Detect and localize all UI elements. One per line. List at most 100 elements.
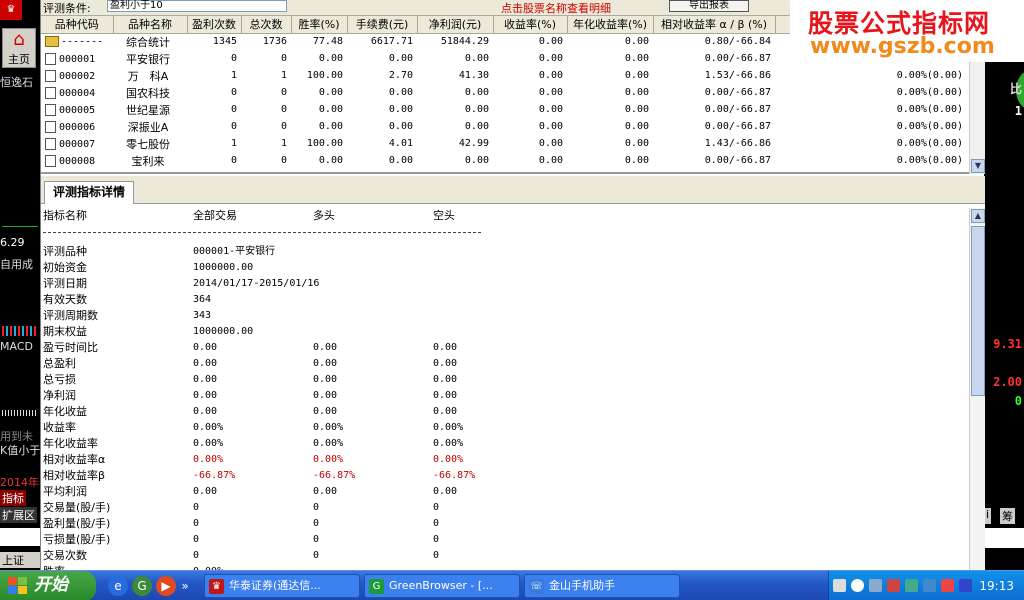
metric-name: 交易量(股/手): [43, 501, 111, 514]
scroll-thumb[interactable]: [971, 226, 985, 396]
scroll-up-icon[interactable]: ▲: [971, 209, 985, 223]
stock-code-cell[interactable]: 000007: [41, 135, 113, 152]
windows-logo-icon: [8, 577, 28, 595]
table-row[interactable]: 000006 深振业A 0 0 0.00 0.00 0.00 0.00 0.00 0.00/-66…: [41, 118, 967, 135]
table-cell-fee: 4.01: [388, 138, 413, 149]
table-row[interactable]: 000005 世纪星源 0 0 0.00 0.00 0.00 0.00 0.00 0.00/-66…: [41, 101, 967, 118]
task-huatai[interactable]: ♛ 华泰证券(通达信...: [204, 574, 360, 598]
column-header[interactable]: 手续费(元): [347, 16, 418, 34]
antivirus-icon[interactable]: [941, 579, 954, 592]
stock-name-cell[interactable]: 宝利来: [113, 152, 187, 169]
right-tab-2[interactable]: 筹: [1000, 508, 1015, 524]
metric-name: 盈亏时间比: [43, 341, 98, 354]
stock-name-cell[interactable]: 深振业A: [113, 118, 187, 135]
network-icon[interactable]: [869, 579, 882, 592]
column-header[interactable]: 收益率(%): [493, 16, 568, 34]
start-button[interactable]: 开始: [0, 571, 96, 600]
column-header[interactable]: 相对收益率 α / β (%): [653, 16, 776, 34]
right-tab-1[interactable]: i: [984, 508, 992, 524]
table-cell-annual: 0.00: [624, 53, 649, 64]
left-input-bar[interactable]: [0, 528, 40, 546]
formula-label: 自用成: [0, 258, 33, 271]
condition-select[interactable]: 盈利小于10: [107, 0, 287, 12]
tray-expand-icon[interactable]: [851, 579, 864, 592]
metric-name: 年化收益率: [43, 437, 98, 450]
security-icon[interactable]: [887, 579, 900, 592]
column-header[interactable]: 品种名称: [113, 16, 188, 34]
metric-name: 盈利量(股/手): [43, 517, 111, 530]
tab-detail[interactable]: 评测指标详情: [44, 181, 135, 204]
stock-name-cell[interactable]: 平安银行: [113, 50, 187, 67]
column-header[interactable]: 盈利次数: [187, 16, 242, 34]
table-cell-yield: 0.00: [538, 36, 563, 48]
table-cell-annual: 0.00: [624, 70, 649, 81]
stock-name-cell[interactable]: 零七股份: [113, 135, 187, 152]
table-cell-yield: 0.00: [538, 87, 563, 98]
metric-name: 净利润: [43, 389, 76, 402]
stock-name-cell[interactable]: 国农科技: [113, 84, 187, 101]
extension-tab[interactable]: 扩展区: [0, 507, 37, 523]
table-cell-profit: 0.00: [464, 121, 489, 132]
metric-name: 相对收益率β: [43, 469, 106, 482]
quicklaunch-more-icon[interactable]: »: [178, 576, 192, 596]
stock-code-cell[interactable]: 000002: [41, 67, 113, 84]
column-header[interactable]: 胜率(%): [291, 16, 348, 34]
table-cell-yield: 0.00: [538, 70, 563, 81]
table-cell-wins: 1345: [212, 36, 237, 48]
table-cell-fee: 2.70: [388, 70, 413, 81]
metric-value-short: 0.00: [433, 374, 458, 385]
table-cell-wins: 1: [230, 70, 237, 81]
stock-name-cell[interactable]: 万 科A: [113, 67, 187, 84]
metric-value-long: 0.00%: [313, 422, 344, 433]
ie-icon[interactable]: e: [108, 576, 128, 596]
metric-value-all: 1000000.00: [193, 326, 254, 337]
column-header[interactable]: 年化收益率(%): [567, 16, 654, 34]
indicator-tab[interactable]: 指标: [0, 490, 26, 506]
shield-icon[interactable]: [905, 579, 918, 592]
stock-name-cell[interactable]: 综合统计: [113, 33, 187, 50]
top-right-char: 比: [1009, 82, 1022, 96]
quote-value-5: 0: [1014, 394, 1022, 408]
stock-code-cell[interactable]: -------: [41, 33, 113, 50]
detail-scrollbar[interactable]: ▲: [969, 208, 985, 570]
table-cell-wins: 0: [230, 53, 237, 64]
document-icon: [45, 137, 56, 150]
task-label: GreenBrowser - [...: [389, 579, 493, 592]
table-cell-total: 1: [280, 70, 287, 81]
export-report-button[interactable]: 导出报表: [669, 0, 749, 12]
keyboard-icon[interactable]: [833, 579, 846, 592]
stock-code-cell[interactable]: 000008: [41, 152, 113, 169]
table-row[interactable]: 000002 万 科A 1 1 100.00 2.70 41.30 0.00 0.00 1.53/…: [41, 67, 967, 84]
table-row[interactable]: 000008 宝利来 0 0 0.00 0.00 0.00 0.00 0.00 0.00/-66.…: [41, 152, 967, 169]
stock-code-cell[interactable]: 000004: [41, 84, 113, 101]
table-cell-fee: 0.00: [388, 155, 413, 166]
stock-name-cell[interactable]: 世纪星源: [113, 101, 187, 118]
task-kingsoft[interactable]: ☏ 金山手机助手: [524, 574, 680, 598]
metric-value-all: 0.00: [193, 406, 218, 417]
table-row[interactable]: 000007 零七股份 1 1 100.00 4.01 42.99 0.00 0.00 1.43/…: [41, 135, 967, 152]
column-header[interactable]: 净利润(元): [417, 16, 494, 34]
volume-icon[interactable]: [923, 579, 936, 592]
table-cell-profit: 0.00: [464, 53, 489, 64]
table-cell-total: 0: [280, 104, 287, 115]
k-value-label: K值小于: [0, 444, 41, 457]
media-icon[interactable]: ▶: [156, 576, 176, 596]
table-row[interactable]: 000004 国农科技 0 0 0.00 0.00 0.00 0.00 0.00 0.00/-66…: [41, 84, 967, 101]
metric-value-long: 0.00: [313, 342, 338, 353]
table-cell-extra: 0.00%(0.00): [896, 87, 963, 98]
table-cell-winrate: 0.00: [318, 104, 343, 115]
green-browser-icon[interactable]: G: [132, 576, 152, 596]
stock-code-cell[interactable]: 000006: [41, 118, 113, 135]
table-cell-fee: 6617.71: [370, 36, 413, 48]
quote-value-8: 634.4: [985, 453, 1022, 467]
right-input-bar[interactable]: [984, 528, 1024, 548]
column-header[interactable]: 总次数: [241, 16, 292, 34]
column-header[interactable]: 品种代码: [41, 16, 114, 34]
scroll-down-icon[interactable]: ▼: [971, 159, 985, 173]
task-greenbrowser[interactable]: G GreenBrowser - [...: [364, 574, 520, 598]
bluetooth-icon[interactable]: [959, 579, 972, 592]
stock-code-cell[interactable]: 000005: [41, 101, 113, 118]
home-button[interactable]: ⌂ 主页: [2, 28, 36, 68]
task-label: 金山手机助手: [549, 579, 615, 592]
stock-code-cell[interactable]: 000001: [41, 50, 113, 67]
